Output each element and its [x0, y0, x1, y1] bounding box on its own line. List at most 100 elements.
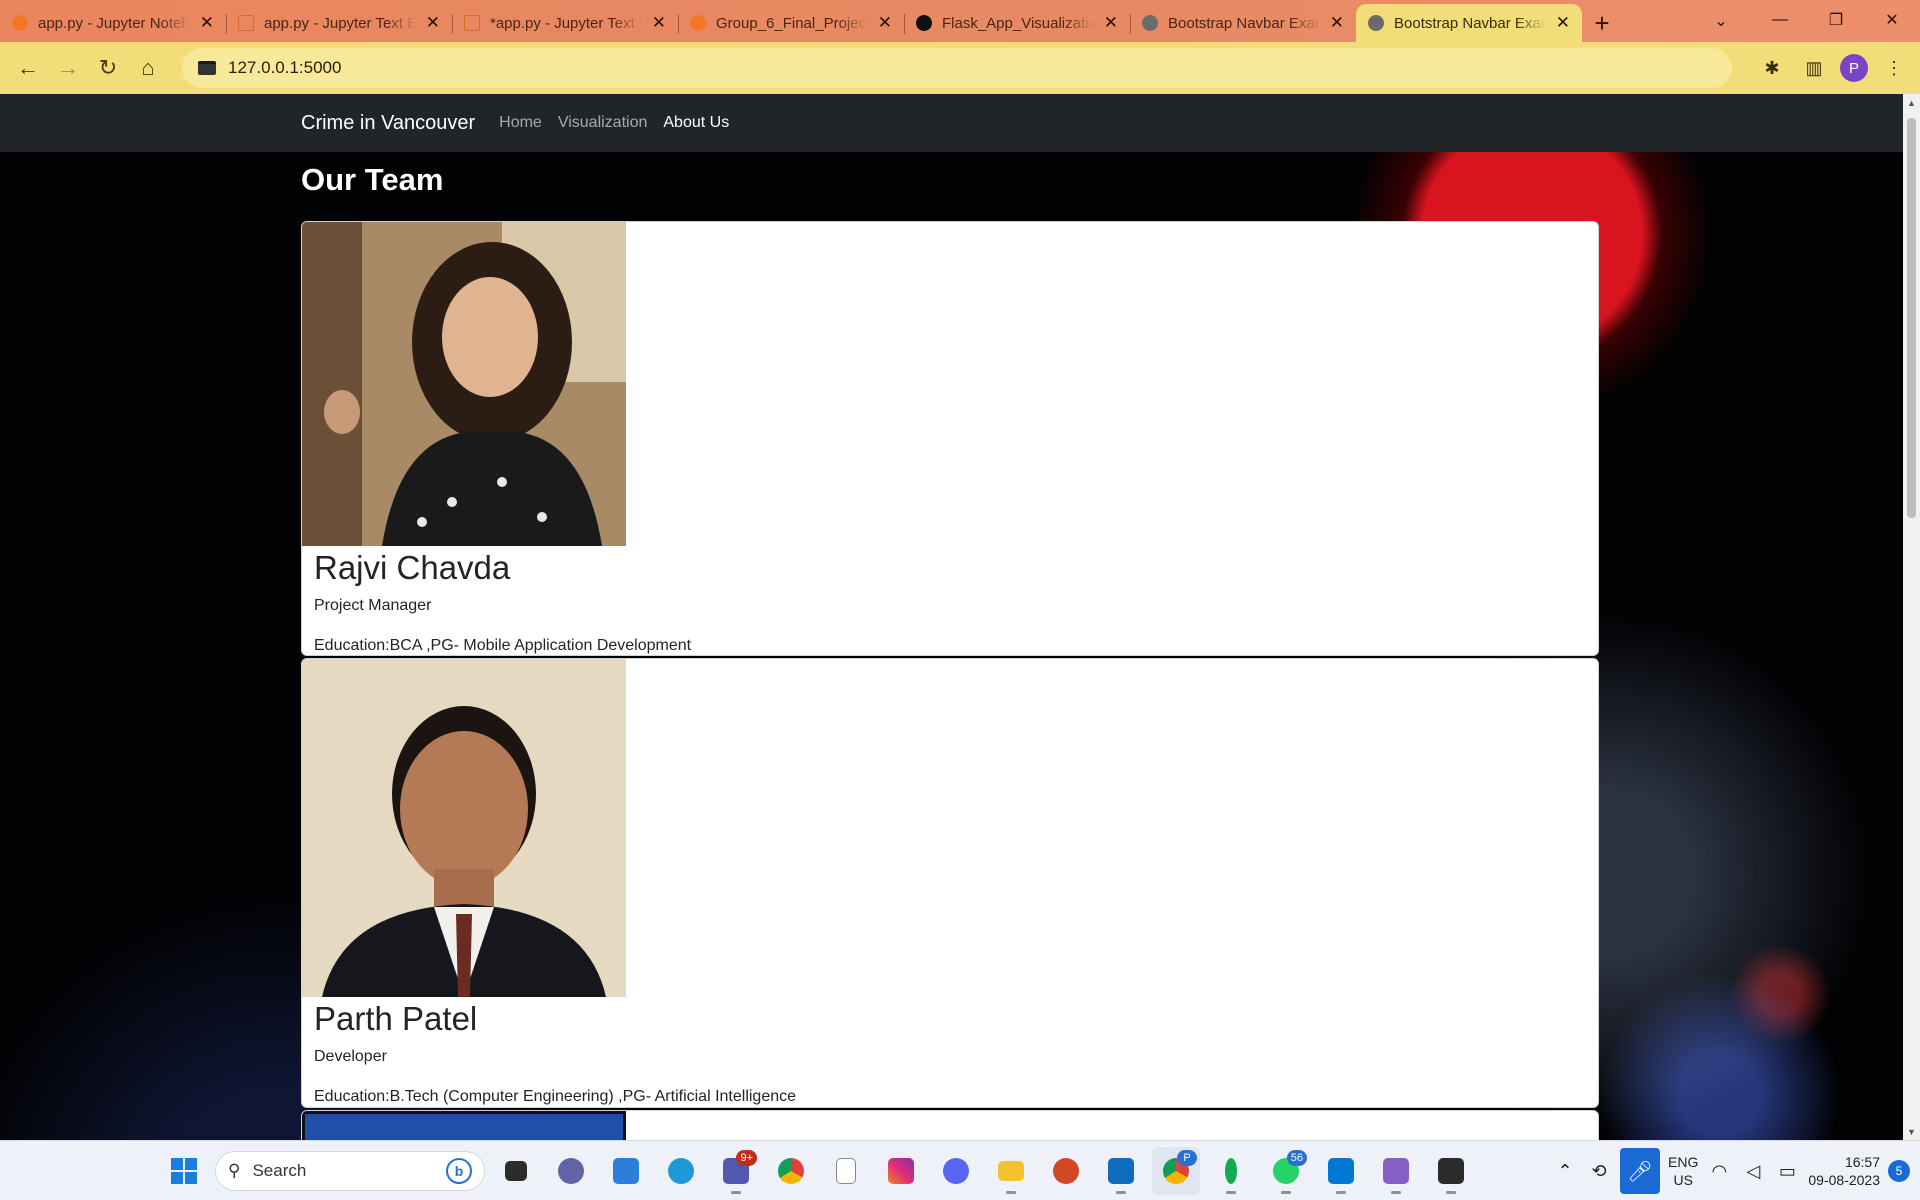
home-icon[interactable]: ⌂: [128, 48, 168, 88]
clock[interactable]: 16:57 09-08-2023: [1808, 1153, 1880, 1189]
navbar-brand[interactable]: Crime in Vancouver: [301, 112, 475, 135]
team-member-photo: [302, 1111, 626, 1140]
task-view-icon[interactable]: [492, 1147, 540, 1195]
terminal-icon[interactable]: [1427, 1147, 1475, 1195]
edge-icon[interactable]: [657, 1147, 705, 1195]
chrome-profile-icon[interactable]: P: [1152, 1147, 1200, 1195]
browser-tab[interactable]: *app.py - Jupyter Text Editor ✕: [452, 4, 678, 42]
tab-title: Group_6_Final_Project: [716, 14, 868, 32]
whiteboard-icon[interactable]: [1097, 1147, 1145, 1195]
close-tab-icon[interactable]: ✕: [652, 13, 666, 33]
wifi-icon[interactable]: ◠: [1706, 1161, 1732, 1182]
team-member-card: Rajvi Chavda Project Manager Education:B…: [301, 221, 1599, 656]
forward-icon[interactable]: →: [48, 48, 88, 88]
minimize-icon[interactable]: —: [1752, 0, 1808, 40]
teams-icon[interactable]: 9+: [712, 1147, 760, 1195]
page-scrollbar[interactable]: ▲ ▼: [1903, 94, 1920, 1140]
microphone-icon[interactable]: 🎤︎: [1620, 1148, 1661, 1194]
whatsapp-icon[interactable]: 56: [1262, 1147, 1310, 1195]
chrome-icon[interactable]: [767, 1147, 815, 1195]
tab-title: app.py - Jupyter Notebook: [38, 14, 190, 32]
reload-icon[interactable]: ↻: [88, 48, 128, 88]
scroll-down-icon[interactable]: ▼: [1903, 1123, 1920, 1140]
chat-icon[interactable]: [547, 1147, 595, 1195]
vscode-icon[interactable]: [1317, 1147, 1365, 1195]
browser-toolbar: ← → ↻ ⌂ 127.0.0.1:5000 ✱ ▥ P ⋮: [0, 42, 1920, 94]
browser-tab[interactable]: Bootstrap Navbar Example ✕: [1130, 4, 1356, 42]
mongodb-icon[interactable]: [1207, 1147, 1255, 1195]
language-code: ENG: [1668, 1154, 1699, 1170]
chevron-up-icon[interactable]: ⌃: [1552, 1161, 1578, 1182]
nav-link-home[interactable]: Home: [499, 114, 542, 132]
scrollbar-thumb[interactable]: [1907, 118, 1916, 518]
document-icon: [464, 15, 480, 31]
file-explorer-icon[interactable]: [987, 1147, 1035, 1195]
tab-title: *app.py - Jupyter Text Editor: [490, 14, 642, 32]
close-tab-icon[interactable]: ✕: [878, 13, 892, 33]
nav-link-visualization[interactable]: Visualization: [558, 114, 648, 132]
powerpoint-icon[interactable]: [1042, 1147, 1090, 1195]
profile-avatar[interactable]: P: [1840, 54, 1868, 82]
tab-title: app.py - Jupyter Text Editor: [264, 14, 416, 32]
close-window-icon[interactable]: ✕: [1864, 0, 1920, 40]
restore-icon[interactable]: ❐: [1808, 0, 1864, 40]
side-panel-icon[interactable]: ▥: [1798, 52, 1830, 84]
menu-icon[interactable]: ⋮: [1878, 52, 1910, 84]
visual-studio-icon[interactable]: [1372, 1147, 1420, 1195]
scroll-up-icon[interactable]: ▲: [1903, 94, 1920, 111]
whatsapp-badge: 56: [1286, 1150, 1307, 1166]
search-placeholder: Search: [252, 1161, 307, 1180]
member-name: Parth Patel: [314, 1000, 478, 1037]
battery-icon[interactable]: ▭: [1774, 1161, 1800, 1182]
member-name: Rajvi Chavda: [314, 549, 511, 586]
extensions-icon[interactable]: ✱: [1756, 52, 1788, 84]
url-text: 127.0.0.1:5000: [228, 58, 342, 77]
member-education: Education:B.Tech (Computer Engineering) …: [314, 1088, 797, 1105]
teams-badge: 9+: [736, 1150, 757, 1166]
browser-tab[interactable]: app.py - Jupyter Notebook ✕: [0, 4, 226, 42]
system-tray: ⌃ ⟲ 🎤︎ ENG US ◠ ◁ ▭ 16:57 09-08-2023 5: [1552, 1141, 1920, 1200]
site-info-icon[interactable]: [198, 61, 216, 75]
file-icon[interactable]: [822, 1147, 870, 1195]
tab-search-icon[interactable]: ⌄: [1706, 6, 1736, 36]
bing-icon[interactable]: b: [446, 1158, 472, 1184]
team-member-photo: [302, 659, 626, 997]
tab-title: Flask_App_Visualization: [942, 14, 1094, 32]
browser-tab[interactable]: app.py - Jupyter Text Editor ✕: [226, 4, 452, 42]
page-title: Our Team: [301, 162, 444, 197]
start-icon[interactable]: [160, 1147, 208, 1195]
github-icon: [916, 15, 932, 31]
instagram-icon[interactable]: [877, 1147, 925, 1195]
tab-title: Bootstrap Navbar Example: [1394, 14, 1546, 32]
sync-icon[interactable]: ⟲: [1586, 1161, 1612, 1182]
close-tab-icon[interactable]: ✕: [1330, 13, 1344, 33]
browser-tab-active[interactable]: Bootstrap Navbar Example ✕: [1356, 4, 1582, 42]
notification-badge[interactable]: 5: [1888, 1160, 1910, 1182]
close-tab-icon[interactable]: ✕: [426, 13, 440, 33]
close-tab-icon[interactable]: ✕: [1104, 13, 1118, 33]
clock-date: 09-08-2023: [1808, 1172, 1880, 1188]
address-bar[interactable]: 127.0.0.1:5000: [182, 48, 1732, 88]
globe-icon: [1368, 15, 1384, 31]
volume-icon[interactable]: ◁: [1740, 1161, 1766, 1182]
browser-tab[interactable]: Group_6_Final_Project ✕: [678, 4, 904, 42]
back-icon[interactable]: ←: [8, 48, 48, 88]
window-controls: — ❐ ✕: [1752, 0, 1920, 40]
team-member-photo: [302, 222, 626, 546]
windows-taskbar: ⚲ Search b 9+ P 56 ⌃ ⟲ 🎤︎ ENG US ◠ ◁ ▭ 1…: [0, 1140, 1920, 1200]
store-icon[interactable]: [602, 1147, 650, 1195]
taskbar-search-input[interactable]: ⚲ Search b: [215, 1151, 485, 1191]
language-indicator[interactable]: ENG US: [1668, 1153, 1698, 1189]
member-education: Education:BCA ,PG- Mobile Application De…: [314, 637, 692, 654]
search-icon: ⚲: [228, 1161, 241, 1180]
close-tab-icon[interactable]: ✕: [1556, 13, 1570, 33]
close-tab-icon[interactable]: ✕: [200, 13, 214, 33]
member-role: Project Manager: [314, 597, 432, 614]
jupyter-icon: [12, 15, 28, 31]
new-tab-button[interactable]: +: [1582, 4, 1622, 42]
member-role: Developer: [314, 1048, 387, 1065]
browser-tab-strip: app.py - Jupyter Notebook ✕ app.py - Jup…: [0, 0, 1920, 42]
discord-icon[interactable]: [932, 1147, 980, 1195]
browser-tab[interactable]: Flask_App_Visualization ✕: [904, 4, 1130, 42]
nav-link-about-us[interactable]: About Us: [663, 114, 729, 132]
